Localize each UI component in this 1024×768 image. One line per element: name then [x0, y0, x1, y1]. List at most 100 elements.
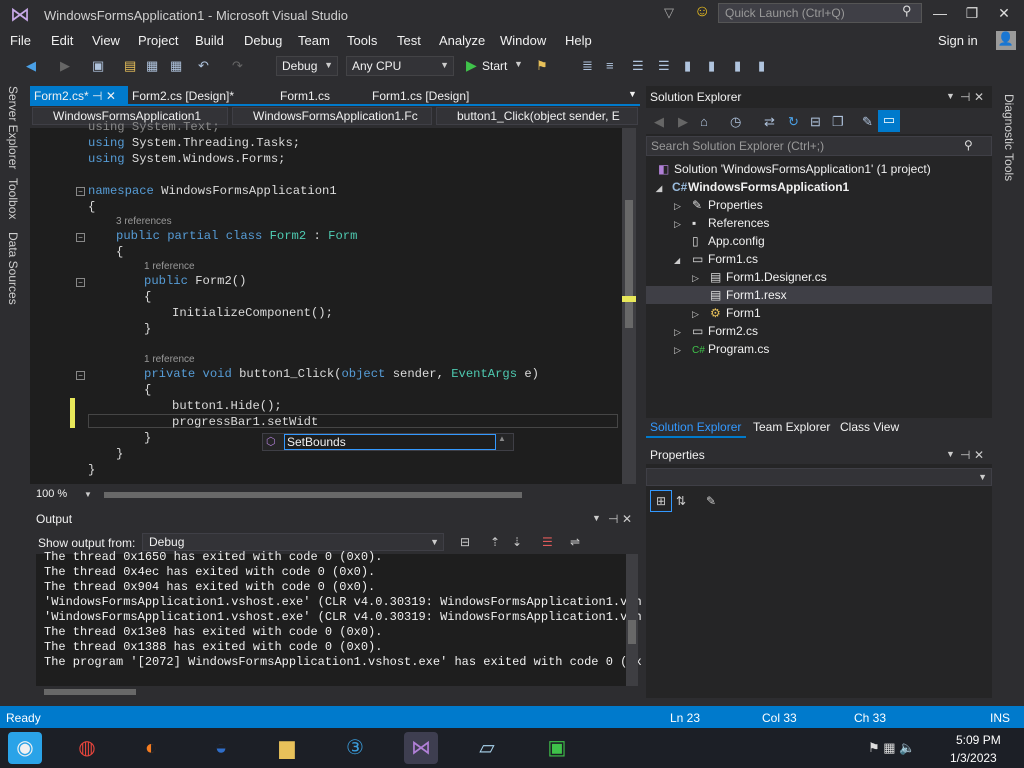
file-explorer-icon[interactable]: ▆: [270, 732, 304, 764]
collapsed-arrow-icon[interactable]: ▷: [674, 345, 692, 356]
server-explorer-tab[interactable]: Server Explorer: [6, 86, 20, 169]
menu-project[interactable]: Project: [138, 33, 178, 48]
properties-wrench-icon[interactable]: ✎: [862, 114, 873, 130]
solution-platform-dropdown[interactable]: Any CPU ▼: [346, 56, 454, 76]
refresh-icon[interactable]: ↻: [788, 114, 799, 130]
code-line-active[interactable]: progressBar1.setWidt: [172, 415, 318, 429]
prev-message-icon[interactable]: ⇡: [490, 535, 500, 549]
collapse-region-icon[interactable]: −: [76, 233, 85, 242]
tree-item-app-config[interactable]: ▯ App.config: [692, 234, 765, 252]
app-icon[interactable]: ③: [338, 732, 372, 764]
expanded-arrow-icon[interactable]: ◢: [656, 184, 672, 193]
flag-icon[interactable]: ⚑: [868, 740, 880, 755]
start-play-icon[interactable]: ▶: [466, 57, 477, 74]
solution-explorer-search[interactable]: Search Solution Explorer (Ctrl+;): [646, 136, 992, 156]
next-message-icon[interactable]: ⇣: [512, 535, 522, 549]
expanded-arrow-icon[interactable]: ◢: [674, 256, 692, 265]
menu-debug[interactable]: Debug: [244, 33, 282, 48]
forward-icon[interactable]: ▶: [60, 58, 70, 74]
pin-icon[interactable]: ⊣: [960, 448, 970, 462]
tree-item-solution[interactable]: ◧ Solution 'WindowsFormsApplication1' (1 …: [658, 162, 931, 180]
new-project-icon[interactable]: ▣: [92, 58, 104, 74]
bookmark-icon[interactable]: ▮: [684, 58, 691, 74]
app-icon[interactable]: ◒: [204, 732, 238, 764]
tree-item-form1-designer[interactable]: ▷ ▤ Form1.Designer.cs: [692, 270, 827, 288]
clock-time[interactable]: 5:09 PM: [956, 733, 1001, 747]
indent-icon[interactable]: ≡: [606, 58, 614, 73]
undo-icon[interactable]: ↶: [198, 58, 209, 74]
save-icon[interactable]: ▦: [146, 58, 158, 74]
tab-form2-design[interactable]: Form2.cs [Design]*: [128, 86, 238, 106]
close-icon[interactable]: ✕: [994, 5, 1014, 22]
zoom-level-dropdown[interactable]: 100 %: [36, 488, 67, 500]
collapsed-arrow-icon[interactable]: ▷: [674, 201, 692, 212]
minimize-icon[interactable]: —: [930, 5, 950, 21]
tree-item-properties[interactable]: ▷ ✎ Properties: [674, 198, 763, 216]
editor-horizontal-scrollbar[interactable]: [104, 492, 522, 498]
close-icon[interactable]: ✕: [622, 512, 632, 526]
process-icon[interactable]: ⚑: [536, 58, 548, 74]
volume-icon[interactable]: 🔈: [899, 740, 915, 755]
tab-team-explorer[interactable]: Team Explorer: [753, 420, 830, 434]
intellisense-scroll-icon[interactable]: ▲: [498, 434, 506, 443]
pin-icon[interactable]: ⊣: [92, 89, 102, 103]
panel-options-icon[interactable]: ▼: [592, 513, 601, 523]
collapse-all-icon[interactable]: ⊟: [810, 114, 821, 130]
save-all-icon[interactable]: ▦: [170, 58, 182, 74]
menu-test[interactable]: Test: [397, 33, 421, 48]
network-icon[interactable]: ▦: [883, 740, 895, 755]
app-icon[interactable]: ▣: [540, 732, 574, 764]
toolbox-tab[interactable]: Toolbox: [6, 178, 20, 219]
solution-configuration-dropdown[interactable]: Debug ▼: [276, 56, 338, 76]
search-icon[interactable]: ⚲: [964, 138, 973, 152]
tab-overflow-icon[interactable]: ▼: [624, 86, 641, 106]
close-icon[interactable]: ✕: [974, 448, 984, 462]
preview-selected-icon[interactable]: ▭: [878, 110, 900, 132]
tab-form1-design[interactable]: Form1.cs [Design]: [368, 86, 473, 106]
properties-object-dropdown[interactable]: ▼: [646, 468, 992, 486]
menu-build[interactable]: Build: [195, 33, 224, 48]
categorized-icon[interactable]: ⊞: [650, 490, 672, 512]
collapsed-arrow-icon[interactable]: ▷: [674, 327, 692, 338]
tree-item-form1-cs[interactable]: ◢ ▭ Form1.cs: [674, 252, 758, 270]
menu-window[interactable]: Window: [500, 33, 546, 48]
back-icon[interactable]: ◀: [26, 58, 36, 74]
output-scroll-thumb[interactable]: [628, 620, 636, 644]
chrome-icon[interactable]: ◍: [70, 732, 104, 764]
history-icon[interactable]: ◷: [730, 114, 741, 130]
tree-item-program-cs[interactable]: ▷ C# Program.cs: [674, 342, 769, 360]
menu-team[interactable]: Team: [298, 33, 330, 48]
menu-analyze[interactable]: Analyze: [439, 33, 485, 48]
account-avatar-icon[interactable]: 👤: [996, 31, 1016, 50]
panel-options-icon[interactable]: ▼: [946, 91, 955, 101]
codelens-references[interactable]: 1 reference: [144, 354, 195, 365]
tab-class-view[interactable]: Class View: [840, 420, 899, 434]
tree-item-references[interactable]: ▷ ▪ References: [674, 216, 769, 234]
alphabetical-icon[interactable]: ⇅: [676, 494, 686, 508]
pin-icon[interactable]: ⊣: [608, 512, 618, 526]
tab-solution-explorer[interactable]: Solution Explorer: [650, 420, 741, 434]
tree-item-form2-cs[interactable]: ▷ ▭ Form2.cs: [674, 324, 758, 342]
menu-help[interactable]: Help: [565, 33, 592, 48]
next-bookmark-icon[interactable]: ▮: [734, 58, 741, 74]
redo-icon[interactable]: ↷: [232, 58, 243, 74]
menu-file[interactable]: File: [10, 33, 31, 48]
clock-date[interactable]: 1/3/2023: [950, 751, 997, 765]
chevron-down-icon[interactable]: ▼: [84, 490, 92, 499]
search-icon[interactable]: ⚲: [902, 3, 912, 19]
diagnostic-tools-tab[interactable]: Diagnostic Tools: [1002, 94, 1016, 181]
tree-item-form1-class[interactable]: ▷ ⚙ Form1: [692, 306, 761, 324]
collapse-region-icon[interactable]: −: [76, 371, 85, 380]
uncomment-icon[interactable]: ☰: [658, 58, 670, 74]
menu-tools[interactable]: Tools: [347, 33, 377, 48]
collapse-region-icon[interactable]: −: [76, 187, 85, 196]
property-pages-icon[interactable]: ✎: [706, 494, 716, 508]
find-message-icon[interactable]: ⊟: [460, 535, 470, 549]
codelens-references[interactable]: 1 reference: [144, 261, 195, 272]
tab-form2-cs[interactable]: Form2.cs* ⊣ ✕: [30, 86, 128, 106]
start-menu-icon[interactable]: ◉: [8, 732, 42, 764]
close-icon[interactable]: ✕: [974, 90, 984, 104]
member-dropdown[interactable]: button1_Click(object sender, E: [436, 107, 638, 125]
format-icon[interactable]: ≣: [582, 58, 593, 74]
start-dropdown-icon[interactable]: ▼: [514, 59, 523, 69]
